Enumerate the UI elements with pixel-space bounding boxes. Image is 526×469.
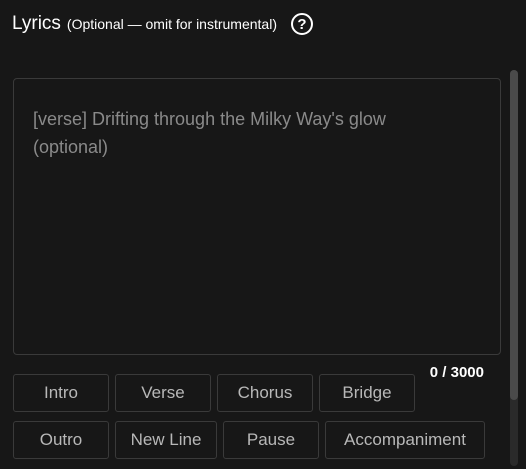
- tag-button-bridge[interactable]: Bridge: [319, 374, 415, 412]
- lyrics-input-container: [13, 78, 501, 355]
- scrollbar-thumb[interactable]: [510, 70, 518, 400]
- tag-button-outro[interactable]: Outro: [13, 421, 109, 459]
- tag-button-verse[interactable]: Verse: [115, 374, 211, 412]
- tag-button-chorus[interactable]: Chorus: [217, 374, 313, 412]
- tag-button-new-line[interactable]: New Line: [115, 421, 217, 459]
- lyrics-title: Lyrics: [12, 13, 61, 34]
- lyrics-subtitle: (Optional — omit for instrumental): [66, 16, 277, 32]
- lyrics-header: Lyrics (Optional — omit for instrumental…: [12, 8, 313, 40]
- scrollbar[interactable]: [510, 70, 518, 466]
- lyrics-input[interactable]: [14, 79, 500, 354]
- tag-button-accompaniment[interactable]: Accompaniment: [325, 421, 485, 459]
- tag-button-intro[interactable]: Intro: [13, 374, 109, 412]
- tag-button-pause[interactable]: Pause: [223, 421, 319, 459]
- character-counter: 0 / 3000: [429, 364, 484, 381]
- help-icon[interactable]: ?: [291, 13, 313, 35]
